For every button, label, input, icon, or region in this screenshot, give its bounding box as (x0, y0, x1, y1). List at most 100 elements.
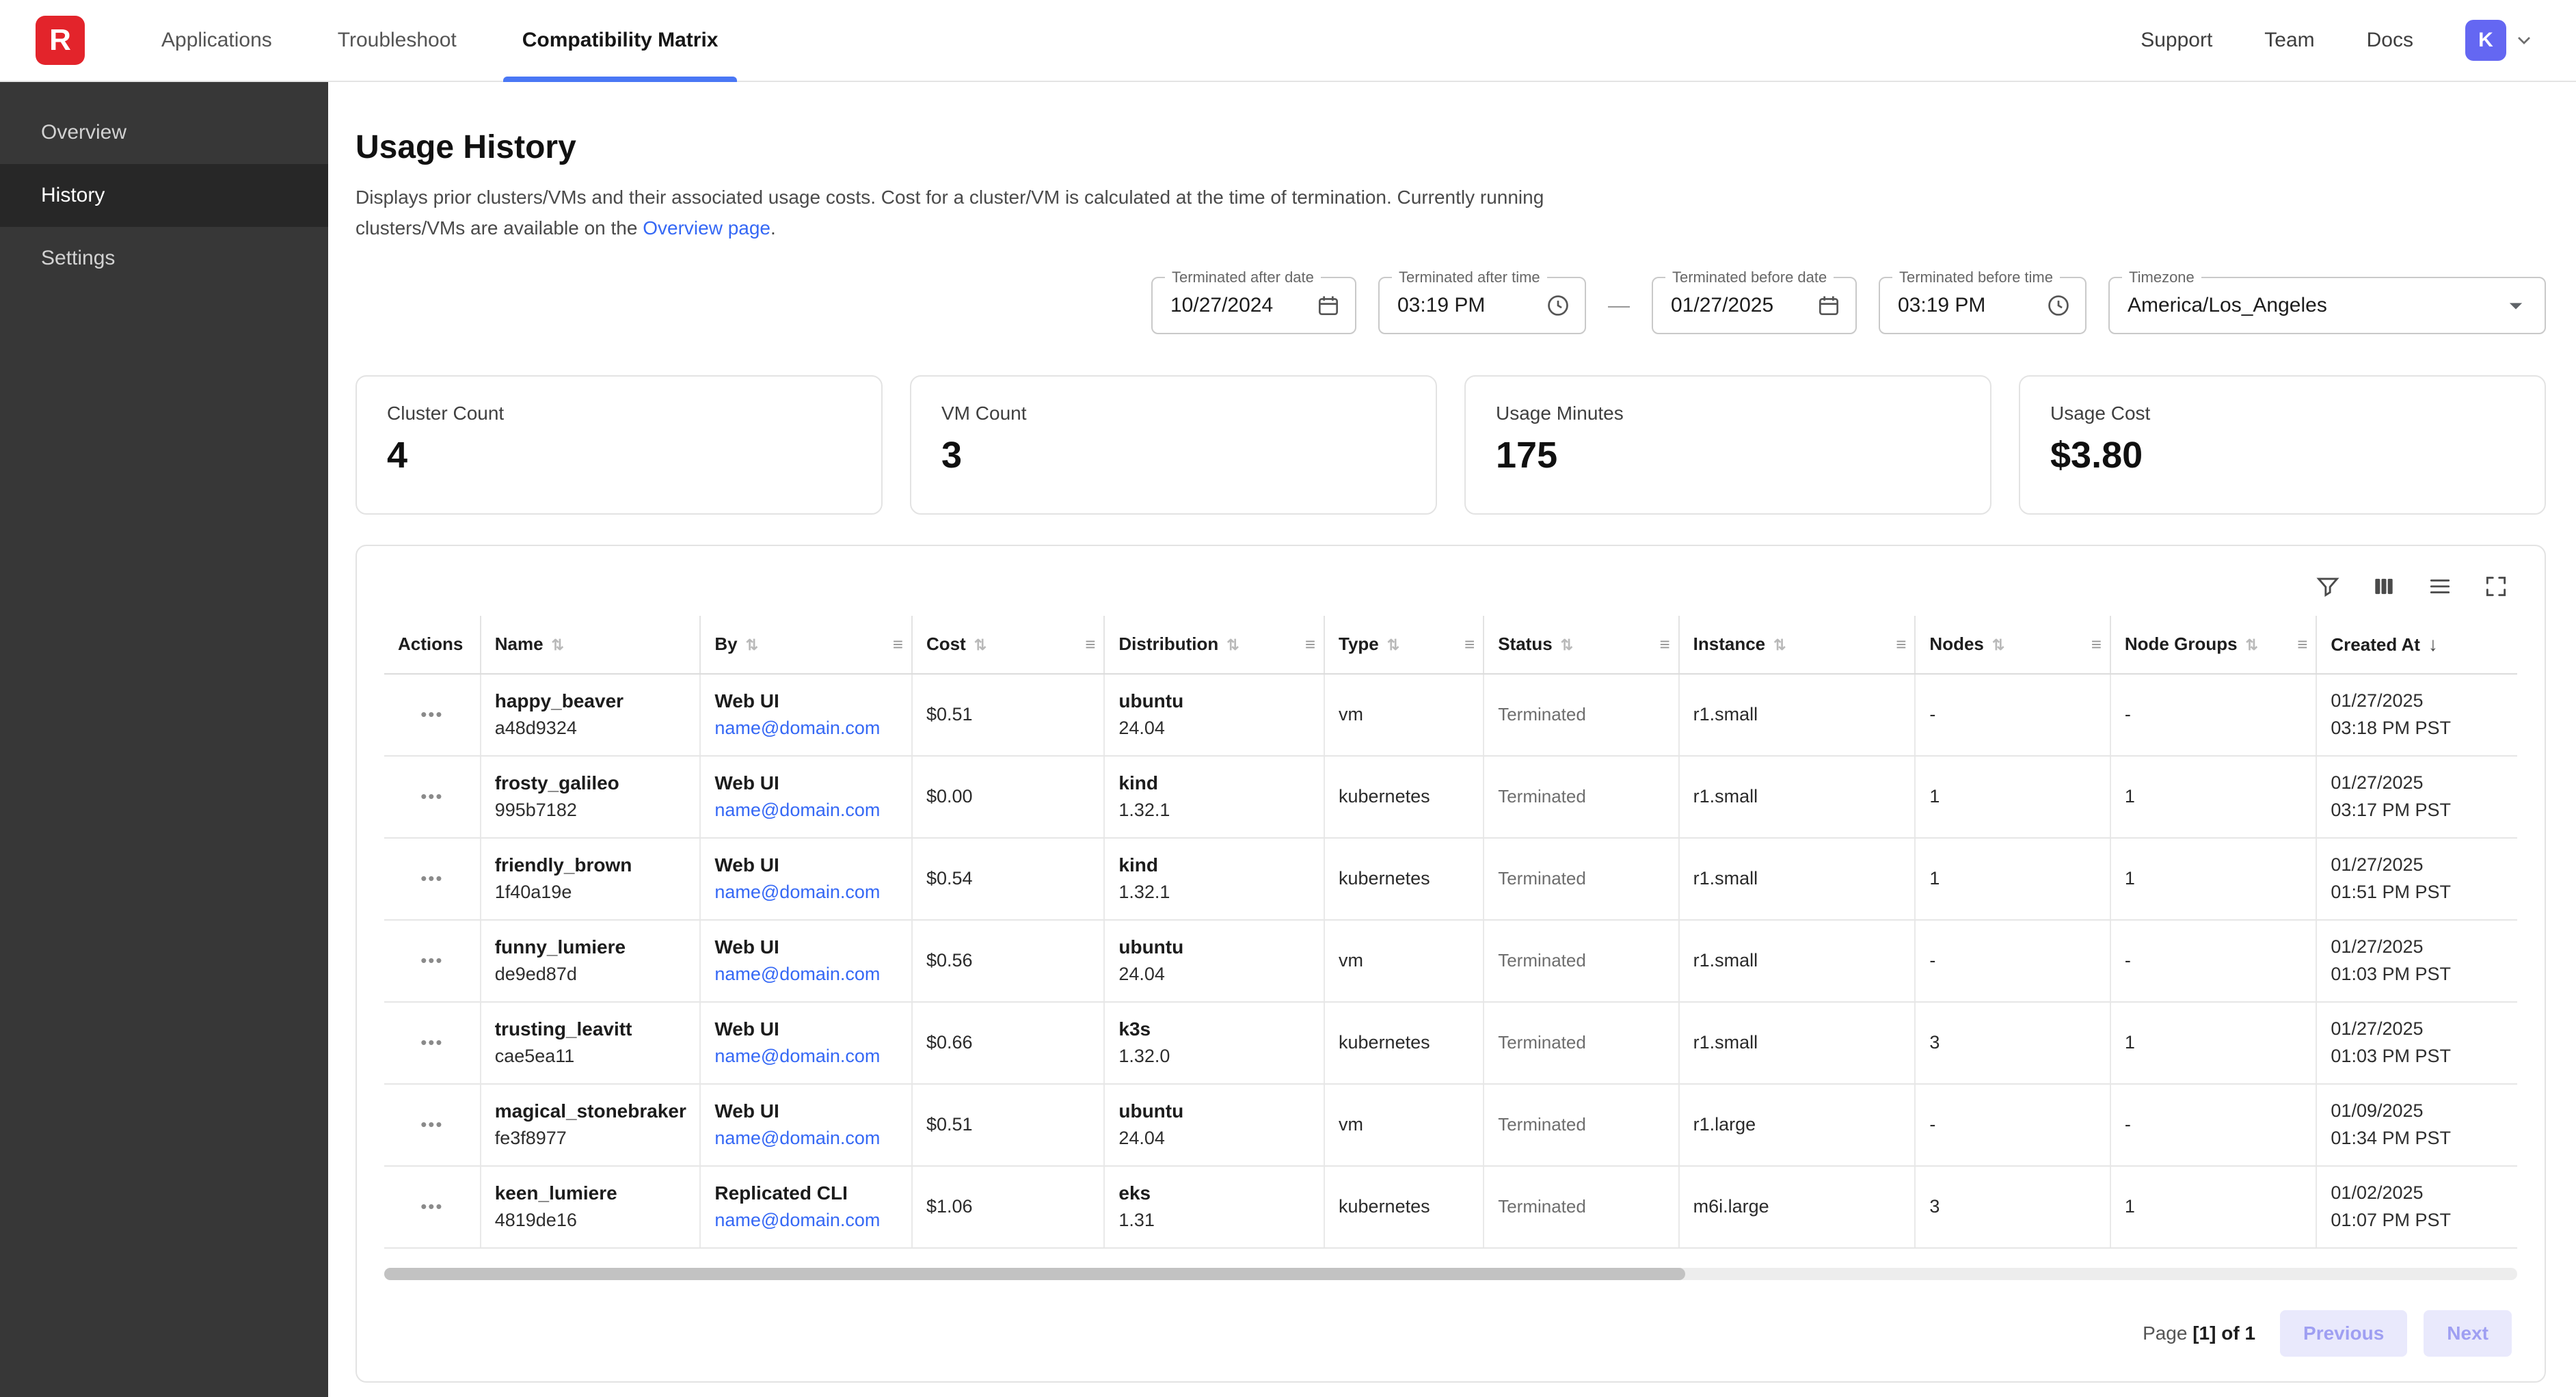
clock-icon[interactable] (1545, 293, 1571, 318)
created-at-time: 01:07 PM PST (2331, 1207, 2504, 1234)
created-by-email[interactable]: name@domain.com (714, 1046, 898, 1067)
overview-page-link[interactable]: Overview page (643, 217, 770, 239)
cluster-id: de9ed87d (495, 964, 686, 985)
sort-icon[interactable]: ⇅ (2246, 636, 2258, 653)
terminated-before-date-input[interactable]: Terminated before date 01/27/2025 (1652, 277, 1857, 334)
terminated-before-time-input[interactable]: Terminated before time 03:19 PM (1879, 277, 2087, 334)
row-actions-button[interactable]: ••• (420, 1196, 443, 1217)
column-header-cost[interactable]: Cost⇅≡ (912, 616, 1104, 674)
timezone-select[interactable]: Timezone America/Los_Angeles (2108, 277, 2546, 334)
column-label: By (714, 634, 737, 654)
sort-icon[interactable]: ⇅ (1992, 636, 2004, 653)
sort-icon[interactable]: ⇅ (974, 636, 987, 653)
status-badge: Terminated (1498, 950, 1586, 971)
node-groups-value: 1 (2125, 1196, 2135, 1217)
column-header-status[interactable]: Status⇅≡ (1484, 616, 1678, 674)
instance-value: r1.small (1693, 704, 1758, 724)
column-header-by[interactable]: By ⇅ ≡ (700, 616, 912, 674)
logo-letter: R (49, 23, 71, 57)
column-menu-icon[interactable]: ≡ (1896, 634, 1906, 655)
terminated-after-time-input[interactable]: Terminated after time 03:19 PM (1378, 277, 1586, 334)
clock-icon[interactable] (2045, 293, 2071, 318)
column-menu-icon[interactable]: ≡ (2091, 634, 2102, 655)
column-header-nodes[interactable]: Nodes⇅≡ (1915, 616, 2110, 674)
row-actions-button[interactable]: ••• (420, 786, 443, 806)
sort-icon[interactable]: ⇅ (746, 636, 758, 653)
calendar-icon[interactable] (1315, 293, 1341, 318)
column-menu-icon[interactable]: ≡ (2297, 634, 2307, 655)
row-actions-button[interactable]: ••• (420, 1032, 443, 1053)
column-menu-icon[interactable]: ≡ (1464, 634, 1475, 655)
tab-troubleshoot[interactable]: Troubleshoot (305, 0, 489, 81)
dropdown-arrow-icon[interactable] (2501, 290, 2531, 321)
field-value: America/Los_Angeles (2128, 294, 2327, 317)
row-actions-button[interactable]: ••• (420, 1114, 443, 1135)
column-menu-icon[interactable]: ≡ (1659, 634, 1669, 655)
sort-desc-icon[interactable]: ↓ (2428, 634, 2438, 655)
field-label: Timezone (2122, 269, 2201, 286)
created-at-date: 01/27/2025 (2331, 770, 2504, 796)
distribution-version: 1.32.1 (1118, 800, 1310, 821)
created-by-email[interactable]: name@domain.com (714, 1128, 898, 1149)
row-actions-button[interactable]: ••• (420, 868, 443, 889)
sidebar-item-label: Settings (41, 247, 115, 270)
column-menu-icon[interactable]: ≡ (1085, 634, 1095, 655)
sidebar-item-overview[interactable]: Overview (0, 101, 328, 164)
created-by: Web UI (714, 772, 898, 794)
created-at-date: 01/27/2025 (2331, 1016, 2504, 1042)
cost-value: $0.51 (926, 704, 973, 724)
instance-value: r1.large (1693, 1114, 1756, 1135)
sidebar-item-settings[interactable]: Settings (0, 227, 328, 290)
avatar[interactable]: K (2465, 20, 2506, 61)
sort-icon[interactable]: ⇅ (1561, 636, 1573, 653)
tab-compatibility-matrix[interactable]: Compatibility Matrix (489, 0, 751, 81)
stat-value: 3 (941, 434, 1406, 476)
replicated-logo[interactable]: R (36, 16, 85, 65)
scrollbar-thumb[interactable] (384, 1268, 1685, 1280)
column-menu-icon[interactable]: ≡ (893, 634, 903, 655)
created-by-email[interactable]: name@domain.com (714, 964, 898, 985)
created-by-email[interactable]: name@domain.com (714, 882, 898, 903)
column-header-node-groups[interactable]: Node Groups⇅≡ (2110, 616, 2317, 674)
status-badge: Terminated (1498, 786, 1586, 806)
sort-icon[interactable]: ⇅ (1226, 636, 1239, 653)
account-menu[interactable]: K (2465, 20, 2535, 61)
support-link[interactable]: Support (2141, 29, 2212, 52)
nodes-value: - (1929, 950, 1935, 971)
stat-card-cluster-count: Cluster Count 4 (355, 375, 883, 515)
density-icon[interactable] (2427, 573, 2453, 599)
calendar-icon[interactable] (1816, 293, 1842, 318)
column-header-distribution[interactable]: Distribution⇅≡ (1104, 616, 1324, 674)
column-header-name[interactable]: Name⇅ (481, 616, 701, 674)
column-header-type[interactable]: Type⇅≡ (1324, 616, 1484, 674)
filter-icon[interactable] (2315, 573, 2341, 599)
next-page-button[interactable]: Next (2424, 1310, 2512, 1357)
terminated-after-date-input[interactable]: Terminated after date 10/27/2024 (1151, 277, 1356, 334)
column-header-instance[interactable]: Instance⇅≡ (1679, 616, 1916, 674)
column-menu-icon[interactable]: ≡ (1305, 634, 1315, 655)
created-by-email[interactable]: name@domain.com (714, 800, 898, 821)
created-by: Replicated CLI (714, 1182, 898, 1204)
columns-icon[interactable] (2371, 573, 2397, 599)
fullscreen-icon[interactable] (2483, 573, 2509, 599)
distribution-name: kind (1118, 854, 1310, 876)
sidebar: Overview History Settings (0, 82, 328, 1397)
tab-applications[interactable]: Applications (129, 0, 305, 81)
sort-icon[interactable]: ⇅ (1387, 636, 1399, 653)
docs-link[interactable]: Docs (2367, 29, 2413, 52)
column-header-created-at[interactable]: Created At↓ (2316, 616, 2517, 674)
sort-icon[interactable]: ⇅ (1773, 636, 1786, 653)
created-by-email[interactable]: name@domain.com (714, 718, 898, 739)
sort-icon[interactable]: ⇅ (552, 636, 564, 653)
created-by-email[interactable]: name@domain.com (714, 1210, 898, 1231)
team-link[interactable]: Team (2264, 29, 2314, 52)
horizontal-scrollbar[interactable] (384, 1268, 2517, 1280)
chevron-down-icon[interactable] (2513, 29, 2535, 51)
row-actions-button[interactable]: ••• (420, 950, 443, 971)
cluster-id: 4819de16 (495, 1210, 686, 1231)
type-value: vm (1339, 950, 1363, 971)
row-actions-button[interactable]: ••• (420, 704, 443, 724)
main-nav: Applications Troubleshoot Compatibility … (129, 0, 751, 81)
sidebar-item-history[interactable]: History (0, 164, 328, 227)
previous-page-button[interactable]: Previous (2280, 1310, 2407, 1357)
